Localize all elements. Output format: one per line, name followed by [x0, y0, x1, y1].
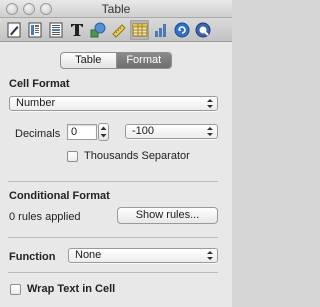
stepper-arrows-icon — [100, 126, 107, 138]
function-label: Function — [9, 251, 56, 263]
table-inspector-icon[interactable] — [130, 20, 149, 40]
text-inspector-icon[interactable] — [67, 20, 86, 40]
popup-arrows-icon — [207, 99, 213, 108]
popup-arrows-icon — [207, 251, 213, 260]
cell-format-popup[interactable]: Number — [9, 96, 218, 111]
document-inspector-icon[interactable] — [4, 20, 23, 40]
show-rules-button[interactable]: Show rules... — [117, 207, 218, 224]
quicktime-inspector-icon[interactable] — [193, 20, 212, 40]
wrap-text-label: Wrap Text in Cell — [27, 283, 116, 295]
section-divider — [8, 181, 218, 182]
inspector-window: Table Table Format Cell Format Number De… — [0, 0, 232, 307]
wrap-text-checkbox[interactable] — [10, 284, 21, 295]
metrics-inspector-icon[interactable] — [109, 20, 128, 40]
chart-inspector-icon[interactable] — [151, 20, 170, 40]
layout-inspector-icon[interactable] — [25, 20, 44, 40]
decimals-stepper[interactable] — [98, 123, 109, 141]
negative-format-value: -100 — [132, 125, 155, 137]
thousands-separator-label: Thousands Separator — [84, 150, 190, 162]
section-divider — [8, 272, 218, 273]
title-bar: Table — [0, 0, 232, 18]
decimals-field[interactable]: 0 — [67, 124, 97, 140]
cell-format-heading: Cell Format — [9, 78, 70, 90]
thousands-separator-checkbox[interactable] — [67, 151, 78, 162]
graphic-inspector-icon[interactable] — [88, 20, 107, 40]
inspector-tabs: Table Format — [60, 52, 172, 69]
cell-format-value: Number — [16, 97, 56, 109]
function-popup[interactable]: None — [68, 248, 218, 263]
link-inspector-icon[interactable] — [172, 20, 191, 40]
tab-format[interactable]: Format — [116, 53, 171, 68]
conditional-format-heading: Conditional Format — [9, 190, 110, 202]
window-title: Table — [101, 2, 131, 16]
decimals-label: Decimals — [15, 128, 61, 140]
tab-table[interactable]: Table — [61, 53, 117, 68]
rules-applied-status: 0 rules applied — [9, 211, 81, 223]
negative-format-popup[interactable]: -100 — [125, 124, 218, 139]
function-value: None — [75, 249, 102, 261]
inspector-toolbar — [0, 18, 232, 42]
section-divider — [8, 237, 218, 238]
wrap-inspector-icon[interactable] — [46, 20, 65, 40]
popup-arrows-icon — [207, 127, 213, 136]
